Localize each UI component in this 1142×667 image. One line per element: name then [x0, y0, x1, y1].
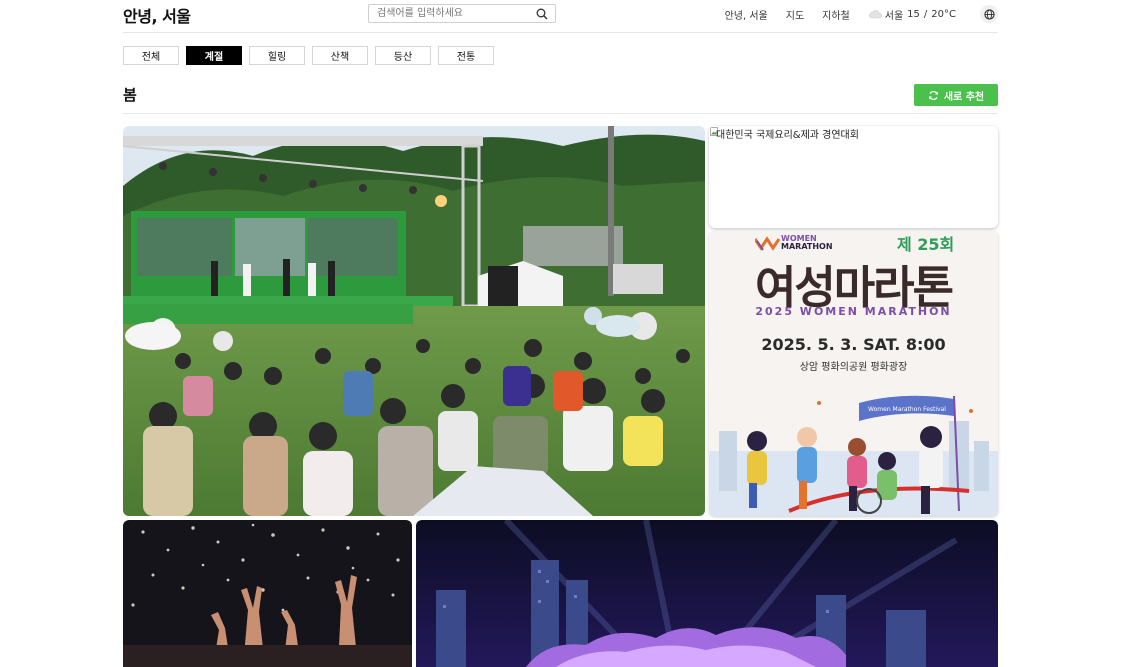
language-button[interactable] — [980, 5, 998, 23]
marathon-poster-card[interactable]: WOMEN MARATHON 제 25회 여성마라톤 2025 WOMEN MA… — [709, 231, 998, 516]
header: 안녕, 서울 안녕, 서울 지도 지하철 서울 15 / 20°C — [123, 0, 998, 33]
marathon-date: 2025. 5. 3. SAT. 8:00 — [761, 335, 946, 354]
tab-healing[interactable]: 힐링 — [249, 46, 305, 65]
nav-link-home[interactable]: 안녕, 서울 — [725, 7, 768, 22]
tab-all[interactable]: 전체 — [123, 46, 179, 65]
nav-link-subway[interactable]: 지하철 — [822, 7, 850, 22]
weather-low: 15 — [907, 8, 920, 20]
contest-image-card[interactable]: 대한민국 국제요리&제과 경연대회 — [709, 126, 998, 228]
search-box[interactable] — [368, 4, 556, 23]
tab-walk[interactable]: 산책 — [312, 46, 368, 65]
image-alt-text: 대한민국 국제요리&제과 경연대회 — [716, 130, 859, 141]
tab-tradition[interactable]: 전통 — [438, 46, 494, 65]
refresh-icon — [928, 90, 938, 100]
concert-photo — [123, 520, 412, 667]
night-show-photo — [416, 520, 998, 667]
top-nav: 안녕, 서울 지도 지하철 서울 15 / 20°C — [725, 5, 998, 23]
marathon-logo-text: WOMEN MARATHON — [781, 235, 833, 251]
site-logo[interactable]: 안녕, 서울 — [123, 3, 191, 27]
festival-photo — [123, 126, 705, 516]
weather-high: 20°C — [931, 8, 956, 20]
weather-widget: 서울 15 / 20°C — [868, 7, 960, 22]
marathon-subtitle: 2025 WOMEN MARATHON — [755, 305, 952, 318]
cloud-icon — [868, 10, 882, 19]
globe-icon — [983, 8, 995, 20]
search-input[interactable] — [377, 6, 527, 21]
category-tabs: 전체 계절 힐링 산책 등산 전통 — [123, 46, 501, 65]
tab-hiking[interactable]: 등산 — [375, 46, 431, 65]
marathon-banner-text: Women Marathon Festival — [868, 406, 946, 413]
concert-photo-card[interactable] — [123, 520, 412, 667]
weather-city: 서울 — [884, 10, 904, 22]
weather-separator: / — [923, 8, 928, 20]
logo-line-2: MARATHON — [781, 242, 833, 251]
search-icon[interactable] — [536, 8, 548, 20]
night-show-photo-card[interactable] — [416, 520, 998, 667]
refresh-button[interactable]: 새로 추천 — [914, 84, 998, 106]
marathon-runners-illustration: Women Marathon Festival — [709, 395, 998, 516]
refresh-label: 새로 추천 — [943, 91, 985, 103]
section-title: 봄 — [123, 86, 137, 104]
section-divider — [123, 113, 998, 114]
tab-season[interactable]: 계절 — [186, 46, 242, 65]
nav-link-map[interactable]: 지도 — [786, 7, 804, 22]
festival-photo-card[interactable] — [123, 126, 705, 516]
